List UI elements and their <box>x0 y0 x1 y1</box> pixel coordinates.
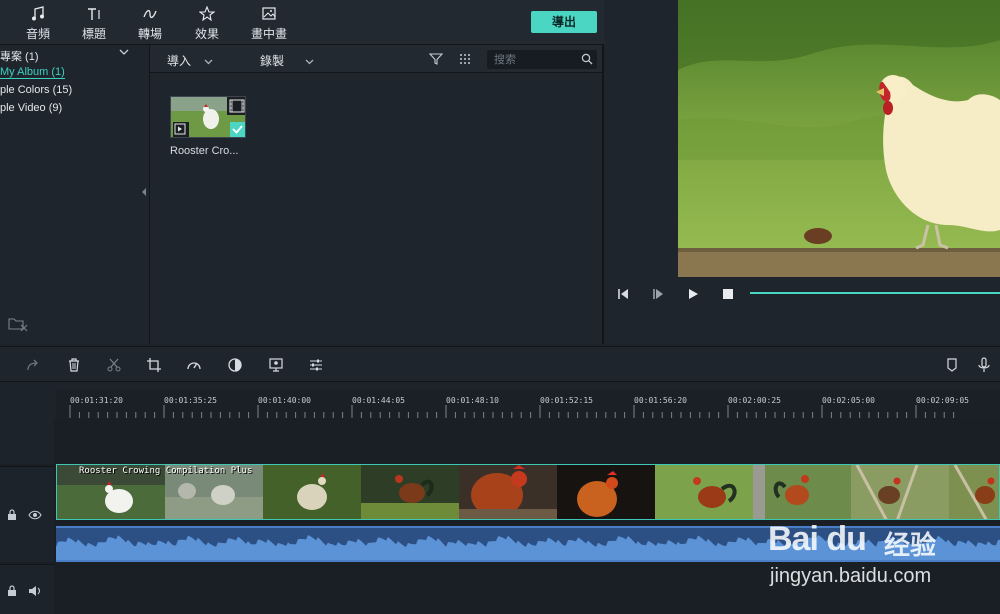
pip-tab[interactable]: 畫中畫 <box>245 6 293 42</box>
speed-icon[interactable] <box>186 357 202 373</box>
title-tab-label: 標題 <box>81 27 106 41</box>
redo-icon[interactable] <box>25 357 41 373</box>
transition-icon <box>126 6 174 24</box>
play-icon[interactable] <box>686 287 700 301</box>
library-sidebar: 專案 (1) My Album (1) ple Colors (15) ple … <box>0 45 150 344</box>
ruler-timecode: 00:01:40:00 <box>258 396 311 405</box>
audio-track-header <box>0 564 54 614</box>
timeline-toolbar <box>0 346 1000 382</box>
delete-icon[interactable] <box>66 357 82 373</box>
media-library: 導入 錄製 搜索 Rooster Cro... <box>150 45 604 344</box>
color-correction-icon[interactable] <box>227 357 243 373</box>
stop-icon[interactable] <box>721 287 735 301</box>
chevron-down-icon <box>201 57 213 67</box>
media-toolbar: 導入 錄製 <box>150 45 602 73</box>
import-label: 導入 <box>167 54 192 68</box>
playback-progress-bar[interactable] <box>750 292 1000 294</box>
adjust-settings-icon[interactable] <box>308 357 324 373</box>
top-area: 音頻 標題 轉場 效果 畫中畫 導出 專案 (1) My Album (1) p… <box>0 0 1000 344</box>
title-text-icon <box>70 6 118 24</box>
ruler-timecode: 00:01:44:05 <box>352 396 405 405</box>
picture-in-picture-icon <box>245 6 293 24</box>
audio-tab[interactable]: 音頻 <box>14 6 62 42</box>
audio-clip[interactable] <box>56 526 1000 562</box>
crop-icon[interactable] <box>146 357 162 373</box>
sidebar-item-my-album[interactable]: My Album (1) <box>0 66 65 79</box>
preview-video-frame <box>678 0 1000 277</box>
new-folder-icon[interactable] <box>8 316 28 332</box>
media-clip-name: Rooster Cro... <box>170 145 239 157</box>
collapse-panel-icon[interactable] <box>142 188 147 198</box>
marker-icon[interactable] <box>944 357 960 373</box>
ruler-timecode: 00:01:52:15 <box>540 396 593 405</box>
eye-icon[interactable] <box>28 509 42 521</box>
export-button[interactable]: 導出 <box>531 11 597 33</box>
sidebar-item-project[interactable]: 專案 (1) <box>0 48 39 64</box>
timeline-ruler[interactable]: 00:01:31:20 00:01:35:25 00:01:40:00 00:0… <box>56 390 1000 418</box>
video-track-header <box>0 466 54 562</box>
media-clip-thumbnail[interactable] <box>170 96 246 138</box>
track-header-empty <box>0 418 54 464</box>
sidebar-item-sample-video[interactable]: ple Video (9) <box>0 102 62 114</box>
lock-icon[interactable] <box>6 509 18 521</box>
preview-panel <box>606 0 1000 344</box>
search-input[interactable] <box>494 52 574 67</box>
waveform-shape <box>56 535 1000 560</box>
sidebar-item-sample-colors[interactable]: ple Colors (15) <box>0 84 72 96</box>
ruler-timecode: 00:02:09:05 <box>916 396 969 405</box>
search-box <box>487 50 597 69</box>
import-dropdown[interactable]: 導入 <box>167 52 213 69</box>
ruler-timecode: 00:01:35:25 <box>164 396 217 405</box>
speaker-icon[interactable] <box>28 585 42 597</box>
cut-icon[interactable] <box>106 357 122 373</box>
transition-tab-label: 轉場 <box>137 27 162 41</box>
title-tab[interactable]: 標題 <box>70 6 118 42</box>
main-toolbar: 音頻 標題 轉場 效果 畫中畫 導出 <box>0 0 604 45</box>
video-clip[interactable]: Rooster Crowing Compilation Plus <box>56 464 1000 520</box>
ruler-timecode: 00:01:48:10 <box>446 396 499 405</box>
record-label: 錄製 <box>260 54 285 68</box>
search-icon[interactable] <box>581 53 593 65</box>
transition-tab[interactable]: 轉場 <box>126 6 174 42</box>
ruler-timecode: 00:01:56:20 <box>634 396 687 405</box>
effects-tab[interactable]: 效果 <box>183 5 231 42</box>
filter-icon[interactable] <box>428 52 444 66</box>
microphone-icon[interactable] <box>976 357 992 373</box>
ruler-timecode: 00:01:31:20 <box>70 396 123 405</box>
step-forward-icon[interactable] <box>651 287 665 301</box>
audio-waveform <box>56 535 1000 560</box>
chevron-down-icon[interactable] <box>119 48 129 59</box>
step-back-icon[interactable] <box>616 287 630 301</box>
audio-tab-label: 音頻 <box>25 27 50 41</box>
video-clip-title: Rooster Crowing Compilation Plus <box>79 466 253 476</box>
effects-tab-label: 效果 <box>194 27 219 41</box>
music-note-icon <box>14 6 62 24</box>
record-dropdown[interactable]: 錄製 <box>260 52 314 69</box>
lock-icon[interactable] <box>6 585 18 597</box>
chevron-down-icon <box>302 57 314 67</box>
ruler-timecode: 00:02:05:00 <box>822 396 875 405</box>
effects-icon <box>183 5 231 24</box>
pip-tab-label: 畫中畫 <box>250 27 287 41</box>
playback-controls <box>606 280 1000 308</box>
green-screen-icon[interactable] <box>268 357 284 373</box>
ruler-timecode: 00:02:00:25 <box>728 396 781 405</box>
grid-view-icon[interactable] <box>459 53 471 65</box>
